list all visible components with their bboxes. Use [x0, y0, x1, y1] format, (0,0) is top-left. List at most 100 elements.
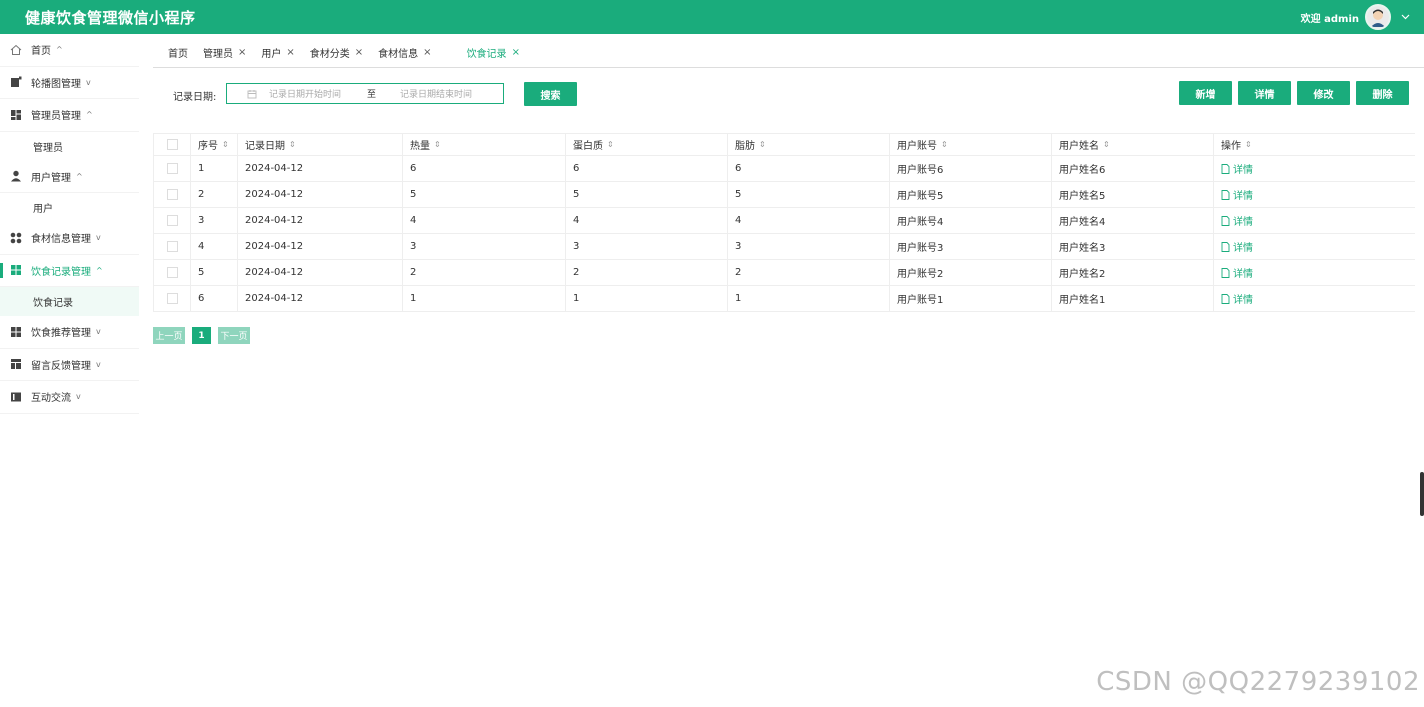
column-header-actions[interactable]: 操作 ⇕	[1213, 134, 1415, 155]
table-row: 2 2024-04-12 5 5 5 用户账号5 用户姓名5 详情	[153, 182, 1415, 208]
tab-admin[interactable]: 管理员 ×	[203, 45, 246, 60]
sidebar-item-diet-recommend-manage[interactable]: 饮食推荐管理 v	[0, 316, 139, 349]
row-checkbox[interactable]	[166, 267, 178, 278]
sidebar-item-admin-manage[interactable]: 管理员管理 ^	[0, 99, 139, 132]
sidebar-item-label: 管理员管理	[31, 111, 81, 123]
row-checkbox[interactable]	[166, 189, 178, 200]
sort-icon[interactable]: ⇕	[434, 140, 441, 149]
cell-fat: 1	[727, 286, 889, 311]
date-range-picker[interactable]: 记录日期开始时间 至 记录日期结束时间	[226, 83, 504, 104]
row-checkbox[interactable]	[166, 163, 178, 174]
tab-ingredient-info[interactable]: 食材信息 ×	[378, 45, 431, 60]
sort-icon[interactable]: ⇕	[941, 140, 948, 149]
sort-icon[interactable]: ⇕	[607, 140, 614, 149]
row-detail-link[interactable]: 详情	[1221, 265, 1253, 280]
chevron-down-icon[interactable]	[1401, 12, 1410, 23]
column-header-protein[interactable]: 蛋白质 ⇕	[565, 134, 727, 155]
cell-no: 3	[190, 208, 237, 233]
dashboard-icon	[10, 109, 22, 121]
cell-calories: 2	[402, 260, 565, 285]
chevron-down-icon: v	[96, 327, 101, 337]
tab-home[interactable]: 首页	[168, 45, 188, 60]
tab-ingredient-category[interactable]: 食材分类 ×	[310, 45, 363, 60]
tab-diet-record[interactable]: 饮食记录 ×	[467, 45, 520, 60]
row-detail-link[interactable]: 详情	[1221, 161, 1253, 176]
cell-calories: 5	[402, 182, 565, 207]
tab-label: 食材分类	[309, 49, 350, 60]
close-icon[interactable]: ×	[238, 47, 246, 58]
close-icon[interactable]: ×	[512, 47, 520, 58]
calendar-icon	[247, 89, 257, 99]
sort-icon[interactable]: ⇕	[1103, 140, 1110, 149]
sort-icon[interactable]: ⇕	[759, 140, 766, 149]
tab-label: 管理员	[203, 49, 233, 60]
select-all-checkbox[interactable]	[166, 139, 178, 150]
record-date-label: 记录日期:	[173, 92, 217, 103]
row-detail-link[interactable]: 详情	[1221, 291, 1253, 306]
cell-no: 1	[190, 156, 237, 181]
column-header-date[interactable]: 记录日期 ⇕	[237, 134, 402, 155]
next-page-button[interactable]: 下一页	[218, 327, 250, 344]
column-header-account[interactable]: 用户账号 ⇕	[889, 134, 1051, 155]
search-button[interactable]: 搜索	[524, 82, 577, 106]
row-detail-link[interactable]: 详情	[1221, 187, 1253, 202]
grid-icon	[10, 264, 22, 276]
cell-account: 用户账号6	[889, 156, 1051, 181]
delete-button[interactable]: 删除	[1356, 81, 1409, 105]
cell-date: 2024-04-12	[237, 234, 402, 259]
scrollbar-handle[interactable]	[1420, 472, 1424, 516]
close-icon[interactable]: ×	[355, 47, 363, 58]
sidebar-item-user-manage[interactable]: 用户管理 ^	[0, 161, 139, 193]
add-button[interactable]: 新增	[1179, 81, 1232, 105]
cell-name: 用户姓名6	[1051, 156, 1213, 181]
column-header-calories[interactable]: 热量 ⇕	[402, 134, 565, 155]
row-detail-link[interactable]: 详情	[1221, 239, 1253, 254]
sidebar-item-ingredient-manage[interactable]: 食材信息管理 v	[0, 222, 139, 255]
sidebar-item-diet-record-manage[interactable]: 饮食记录管理 ^	[0, 255, 139, 287]
sidebar-item-feedback-manage[interactable]: 留言反馈管理 v	[0, 349, 139, 381]
sort-icon[interactable]: ⇕	[222, 140, 229, 149]
cell-fat: 2	[727, 260, 889, 285]
sort-icon[interactable]: ⇕	[289, 140, 296, 149]
start-date-input[interactable]: 记录日期开始时间	[269, 87, 341, 100]
table-row: 1 2024-04-12 6 6 6 用户账号6 用户姓名6 详情	[153, 156, 1415, 182]
row-checkbox[interactable]	[166, 215, 178, 226]
cell-no: 4	[190, 234, 237, 259]
table-header: 序号 ⇕ 记录日期 ⇕ 热量 ⇕ 蛋白质 ⇕ 脂肪 ⇕ 用户账号 ⇕ 用户姓名 ⇕ 操作 ⇕	[153, 134, 1415, 156]
layout-icon	[10, 358, 22, 370]
column-label: 记录日期	[245, 141, 285, 152]
column-header-fat[interactable]: 脂肪 ⇕	[727, 134, 889, 155]
sidebar-subitem-admin[interactable]: 管理员	[0, 132, 139, 161]
chevron-up-icon: ^	[76, 171, 83, 181]
close-icon[interactable]: ×	[286, 47, 294, 58]
row-detail-link[interactable]: 详情	[1221, 213, 1253, 228]
document-icon	[1221, 241, 1230, 252]
user-menu[interactable]: 欢迎 admin	[1301, 4, 1410, 30]
column-header-name[interactable]: 用户姓名 ⇕	[1051, 134, 1213, 155]
sidebar-item-home[interactable]: 首页 ^	[0, 34, 139, 67]
cell-fat: 4	[727, 208, 889, 233]
sidebar-subitem-user[interactable]: 用户	[0, 193, 139, 222]
close-icon[interactable]: ×	[423, 47, 431, 58]
cell-date: 2024-04-12	[237, 182, 402, 207]
avatar[interactable]	[1365, 4, 1391, 30]
watermark: CSDN @QQ2279239102	[1096, 667, 1420, 697]
prev-page-button[interactable]: 上一页	[153, 327, 185, 344]
cell-name: 用户姓名5	[1051, 182, 1213, 207]
row-checkbox[interactable]	[166, 293, 178, 304]
user-icon	[10, 170, 22, 182]
grid-icon	[10, 326, 22, 338]
page-number-button[interactable]: 1	[192, 327, 211, 344]
sort-icon[interactable]: ⇕	[1245, 140, 1252, 149]
chevron-down-icon: v	[96, 359, 101, 369]
sidebar-subitem-diet-record[interactable]: 饮食记录	[0, 287, 139, 316]
column-header-no[interactable]: 序号 ⇕	[190, 134, 237, 155]
edit-button[interactable]: 修改	[1297, 81, 1350, 105]
detail-button[interactable]: 详情	[1238, 81, 1291, 105]
end-date-input[interactable]: 记录日期结束时间	[400, 87, 472, 100]
sidebar-item-interaction[interactable]: 互动交流 v	[0, 381, 139, 414]
sidebar-item-carousel[interactable]: 轮播图管理 v	[0, 67, 139, 99]
sidebar-item-label: 用户管理	[31, 172, 71, 184]
row-checkbox[interactable]	[166, 241, 178, 252]
tab-user[interactable]: 用户 ×	[261, 45, 294, 60]
